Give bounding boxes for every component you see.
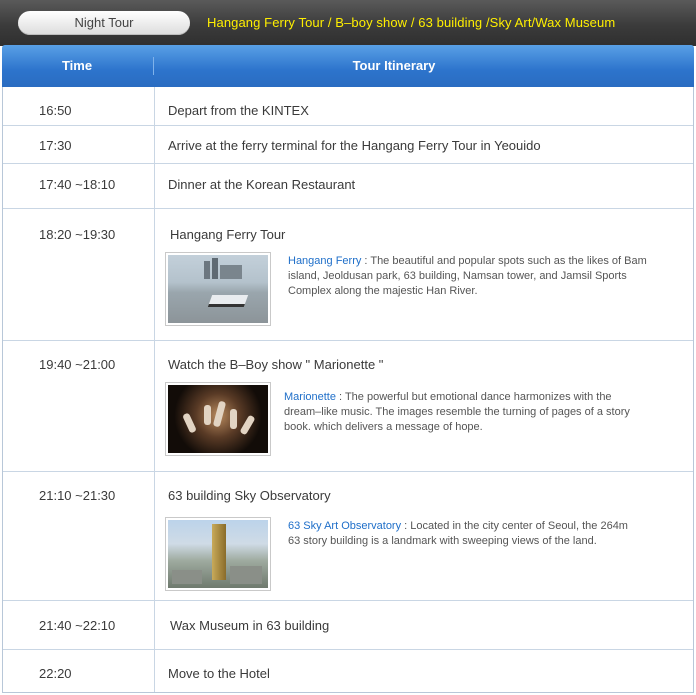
ferry-description: Hangang Ferry : The beautiful and popula… — [288, 254, 650, 299]
row-time: 17:40 ~18:10 — [39, 177, 116, 192]
row-title: Hangang Ferry Tour — [170, 227, 286, 242]
table-row: 16:50 Depart from the KINTEX — [3, 87, 693, 126]
tour-title: Hangang Ferry Tour / B–boy show / 63 bui… — [207, 15, 616, 30]
table-header: Time Tour Itinerary — [2, 45, 694, 87]
bboy-description: Marionette : The powerful but emotional … — [284, 390, 642, 435]
row-time: 21:40 ~22:10 — [39, 618, 116, 633]
table-row: 21:10 ~21:30 63 building Sky Observatory… — [3, 472, 693, 601]
row-divider — [154, 650, 155, 692]
row-title: Watch the B–Boy show " Marionette " — [168, 357, 384, 372]
itinerary-table: 16:50 Depart from the KINTEX 17:30 Arriv… — [2, 87, 694, 693]
bboy-photo — [165, 382, 271, 456]
row-time: 17:30 — [39, 138, 72, 153]
ferry-photo — [165, 252, 271, 326]
table-row: 22:20 Move to the Hotel — [3, 650, 693, 692]
row-title: Dinner at the Korean Restaurant — [168, 177, 356, 192]
header-itinerary: Tour Itinerary — [352, 58, 436, 73]
bboy-description-text: : The powerful but emotional dance harmo… — [284, 391, 630, 433]
table-row: 19:40 ~21:00 Watch the B–Boy show " Mari… — [3, 341, 693, 472]
row-time: 19:40 ~21:00 — [39, 357, 116, 372]
row-time: 21:10 ~21:30 — [39, 488, 116, 503]
night-tour-panel: Night Tour Hangang Ferry Tour / B–boy sh… — [0, 0, 696, 695]
top-bar: Night Tour Hangang Ferry Tour / B–boy sh… — [0, 0, 696, 46]
row-divider — [154, 209, 155, 340]
table-row: 17:40 ~18:10 Dinner at the Korean Restau… — [3, 164, 693, 209]
row-time: 18:20 ~19:30 — [39, 227, 116, 242]
header-time: Time — [61, 58, 93, 73]
row-divider — [154, 164, 155, 208]
row-title: Depart from the KINTEX — [168, 103, 309, 118]
bboy-image — [168, 385, 268, 453]
row-divider — [154, 601, 155, 649]
63-description: 63 Sky Art Observatory : Located in the … — [288, 519, 638, 549]
ferry-image — [168, 255, 268, 323]
63-building-photo — [165, 517, 271, 591]
row-divider — [154, 341, 155, 471]
row-time: 16:50 — [39, 103, 72, 118]
tab-night-tour[interactable]: Night Tour — [18, 11, 190, 35]
row-divider — [154, 87, 155, 125]
63-highlight[interactable]: 63 Sky Art Observatory — [288, 520, 401, 532]
row-divider — [154, 126, 155, 163]
63-building-image — [168, 520, 268, 588]
row-title: Move to the Hotel — [168, 666, 270, 681]
row-title: Arrive at the ferry terminal for the Han… — [168, 138, 541, 153]
table-row: 18:20 ~19:30 Hangang Ferry Tour Hangang … — [3, 209, 693, 341]
row-title: Wax Museum in 63 building — [170, 618, 330, 633]
row-title: 63 building Sky Observatory — [168, 488, 331, 503]
bboy-highlight[interactable]: Marionette — [284, 391, 336, 403]
row-divider — [154, 472, 155, 600]
ferry-highlight[interactable]: Hangang Ferry — [288, 255, 361, 267]
table-row: 21:40 ~22:10 Wax Museum in 63 building — [3, 601, 693, 650]
row-time: 22:20 — [39, 666, 72, 681]
table-row: 17:30 Arrive at the ferry terminal for t… — [3, 126, 693, 164]
